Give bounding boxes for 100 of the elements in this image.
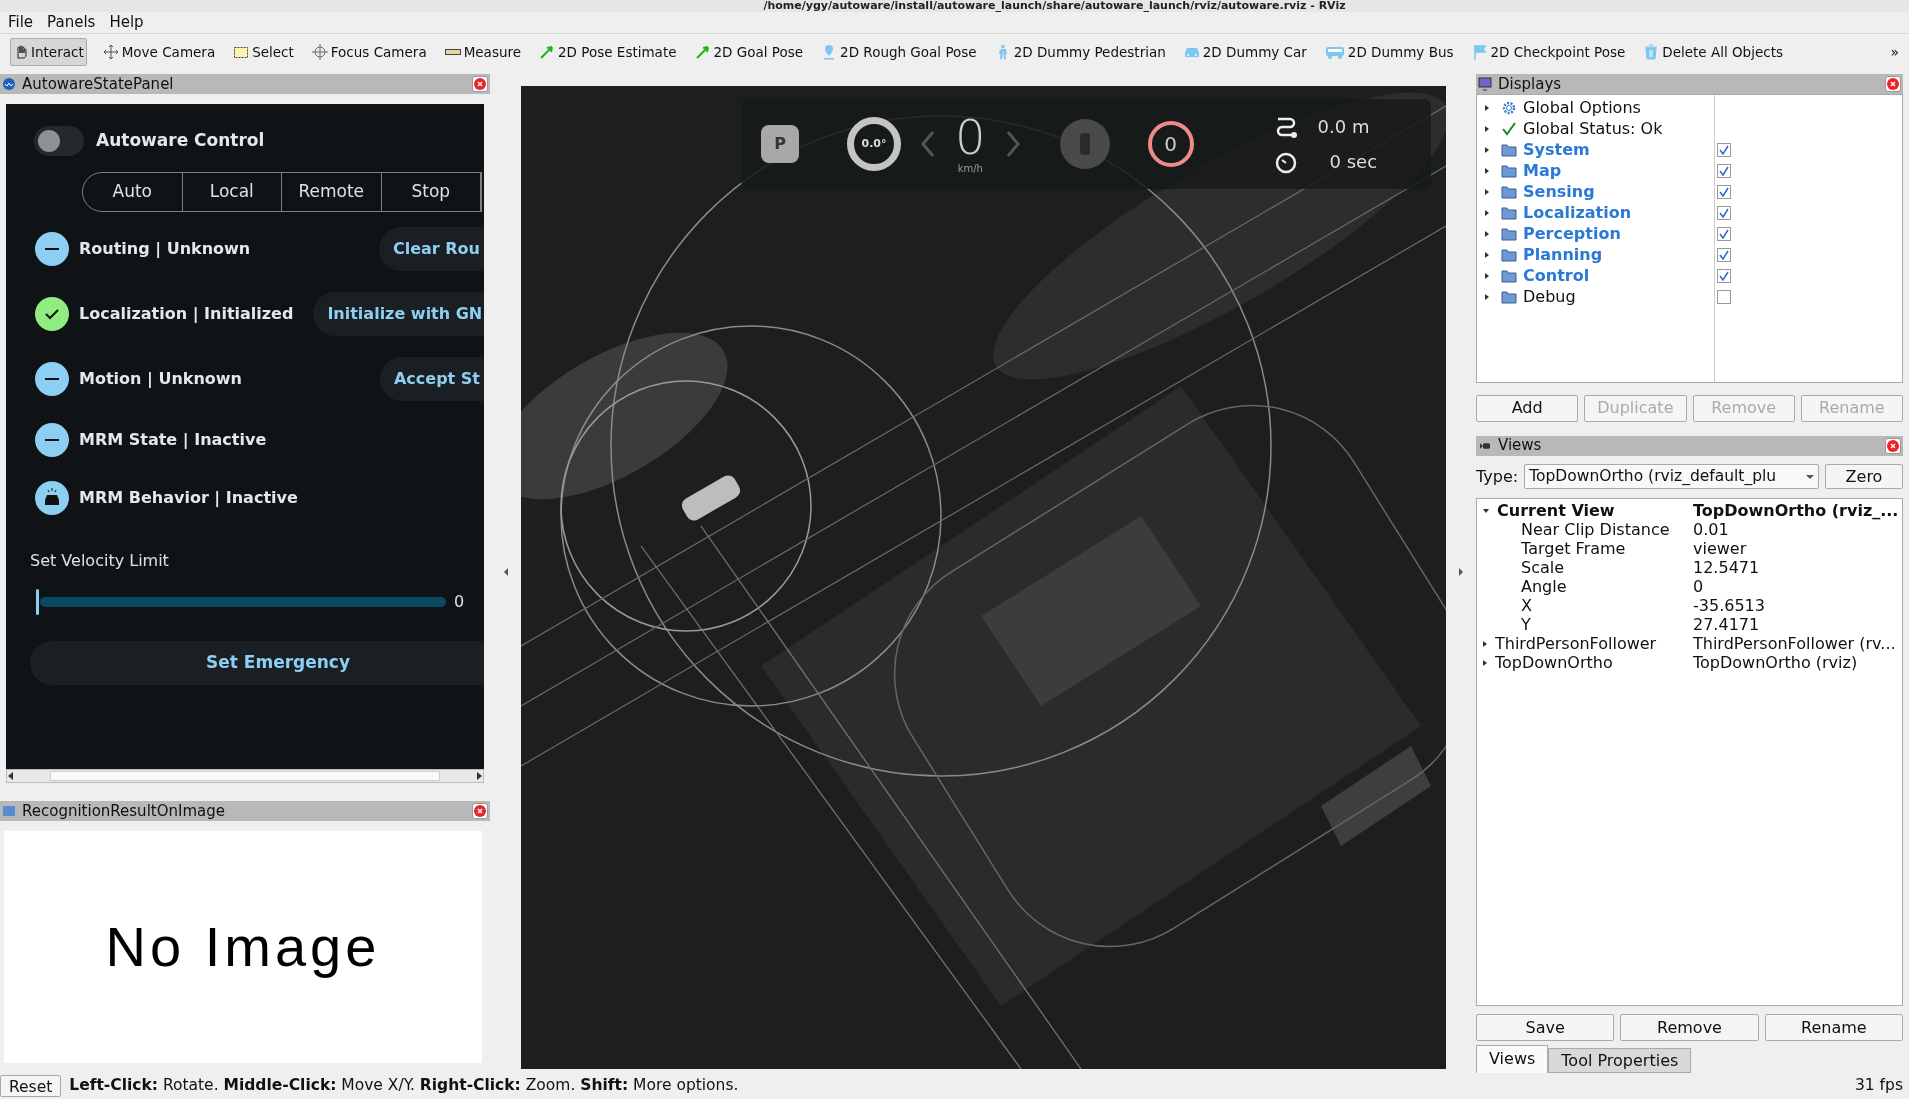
- display-tree-item[interactable]: Global Status: Ok: [1477, 118, 1714, 139]
- tool-button[interactable]: Delete All Objects: [1641, 38, 1785, 66]
- expand-icon[interactable]: [1485, 188, 1489, 195]
- expand-icon[interactable]: [1485, 272, 1489, 279]
- expand-icon[interactable]: [1485, 104, 1489, 111]
- view-tree-item[interactable]: ThirdPersonFollower ThirdPersonFollower (rv...: [1477, 634, 1902, 654]
- mode-button[interactable]: Remote: [282, 173, 382, 211]
- check-icon: [1501, 121, 1517, 136]
- property-row[interactable]: Target Frame viewer: [1477, 539, 1902, 559]
- reset-button[interactable]: Reset: [0, 1075, 62, 1097]
- property-row[interactable]: X -35.6513: [1477, 596, 1902, 616]
- tool-button[interactable]: 2D Dummy Bus: [1322, 38, 1456, 66]
- menu-item[interactable]: Help: [107, 15, 146, 30]
- state-action-button[interactable]: Clear Rou: [378, 226, 484, 271]
- scroll-thumb[interactable]: [50, 771, 440, 781]
- display-tree-item[interactable]: Control: [1477, 265, 1714, 286]
- display-tree-item[interactable]: Map: [1477, 160, 1714, 181]
- tool-button[interactable]: Select: [231, 38, 296, 66]
- checkbox[interactable]: [1717, 163, 1731, 178]
- collapse-right-icon[interactable]: [1459, 567, 1463, 576]
- checkmark-icon: [1719, 186, 1729, 197]
- expand-icon[interactable]: [1485, 167, 1489, 174]
- chevron-left-icon: [921, 130, 935, 158]
- checkbox[interactable]: [1717, 268, 1731, 283]
- view-tree-item[interactable]: TopDownOrtho TopDownOrtho (rviz): [1477, 653, 1902, 673]
- view-button[interactable]: Remove: [1620, 1014, 1759, 1041]
- checkbox[interactable]: [1717, 205, 1731, 220]
- property-row[interactable]: Y 27.4171: [1477, 615, 1902, 635]
- tab[interactable]: Tool Properties: [1548, 1048, 1692, 1073]
- menu-item[interactable]: File: [6, 15, 36, 30]
- folder-icon: [1501, 142, 1517, 157]
- move-icon: [102, 44, 119, 60]
- state-action-button[interactable]: Initialize with GN: [313, 291, 484, 336]
- checkbox[interactable]: [1717, 289, 1731, 304]
- tool-button[interactable]: 2D Checkpoint Pose: [1469, 38, 1628, 66]
- expand-icon[interactable]: [1485, 230, 1489, 237]
- view-button[interactable]: Rename: [1764, 1014, 1903, 1041]
- display-tree-item[interactable]: Debug: [1477, 286, 1714, 307]
- close-button[interactable]: [1885, 437, 1901, 454]
- tool-button[interactable]: 2D Dummy Pedestrian: [992, 38, 1168, 66]
- tool-button[interactable]: Measure: [442, 38, 524, 66]
- expand-icon[interactable]: [1485, 125, 1489, 132]
- display-tree-item[interactable]: Localization: [1477, 202, 1714, 223]
- velocity-reading: 0: [454, 591, 465, 613]
- display-tree-item[interactable]: Planning: [1477, 244, 1714, 265]
- tool-button[interactable]: 2D Pose Estimate: [537, 38, 679, 66]
- slider-handle[interactable]: [36, 589, 39, 615]
- display-button[interactable]: Add: [1476, 394, 1579, 422]
- checkbox[interactable]: [1717, 142, 1731, 157]
- trash-icon: [1643, 44, 1660, 60]
- menu-item[interactable]: Panels: [45, 15, 98, 30]
- velocity-slider[interactable]: [36, 589, 446, 615]
- control-label: Autoware Control: [96, 129, 265, 153]
- mode-button[interactable]: Local: [182, 173, 282, 211]
- folder-icon: [1501, 226, 1517, 241]
- view-button[interactable]: Save: [1476, 1014, 1615, 1041]
- tool-button[interactable]: Interact: [10, 38, 87, 66]
- tab[interactable]: Views: [1476, 1045, 1549, 1073]
- mode-button[interactable]: Auto: [83, 173, 183, 211]
- close-button[interactable]: [472, 76, 488, 92]
- display-tree-item[interactable]: Perception: [1477, 223, 1714, 244]
- horizontal-scrollbar[interactable]: [6, 769, 484, 783]
- display-tree-item[interactable]: Global Options: [1477, 97, 1714, 118]
- display-tree-item[interactable]: Sensing: [1477, 181, 1714, 202]
- collapse-icon[interactable]: [1483, 508, 1489, 513]
- checkbox[interactable]: [1717, 184, 1731, 199]
- panel-title: Views: [1498, 438, 1543, 453]
- expand-icon[interactable]: [1483, 659, 1487, 666]
- mode-button[interactable]: Stop: [381, 173, 481, 211]
- tool-button[interactable]: 2D Dummy Car: [1181, 38, 1309, 66]
- state-action-button[interactable]: Accept St: [379, 356, 484, 401]
- emergency-button[interactable]: Set Emergency: [30, 641, 484, 685]
- zero-button[interactable]: Zero: [1825, 464, 1903, 490]
- folder-icon: [1501, 184, 1517, 199]
- tool-button[interactable]: 2D Goal Pose: [692, 38, 806, 66]
- property-row[interactable]: Scale 12.5471: [1477, 558, 1902, 578]
- expand-icon[interactable]: [1485, 209, 1489, 216]
- expand-icon[interactable]: [1485, 146, 1489, 153]
- view-tree-item[interactable]: Current View TopDownOrtho (rviz_...: [1477, 501, 1902, 521]
- flag-icon: [1471, 44, 1488, 60]
- more-tools-button[interactable]: »: [1890, 41, 1899, 63]
- speed-unit: km/h: [957, 161, 983, 176]
- expand-icon[interactable]: [1483, 640, 1487, 647]
- expand-icon[interactable]: [1485, 251, 1489, 258]
- checkbox[interactable]: [1717, 226, 1731, 241]
- close-button[interactable]: [1885, 76, 1901, 92]
- tool-button[interactable]: Move Camera: [100, 38, 218, 66]
- view-type-dropdown[interactable]: TopDownOrtho (rviz_default_plu: [1524, 464, 1819, 490]
- display-tree-item[interactable]: System: [1477, 139, 1714, 160]
- tool-button[interactable]: Focus Camera: [309, 38, 429, 66]
- tool-button[interactable]: 2D Rough Goal Pose: [819, 38, 979, 66]
- folder-icon: [1501, 268, 1517, 283]
- collapse-left-icon[interactable]: [503, 567, 508, 576]
- checkmark-icon: [1719, 270, 1729, 281]
- toggle-switch[interactable]: [34, 126, 84, 156]
- expand-icon[interactable]: [1485, 293, 1489, 300]
- checkbox[interactable]: [1717, 247, 1731, 262]
- property-row[interactable]: Near Clip Distance 0.01: [1477, 520, 1902, 540]
- close-button[interactable]: [472, 803, 488, 819]
- property-row[interactable]: Angle 0: [1477, 577, 1902, 597]
